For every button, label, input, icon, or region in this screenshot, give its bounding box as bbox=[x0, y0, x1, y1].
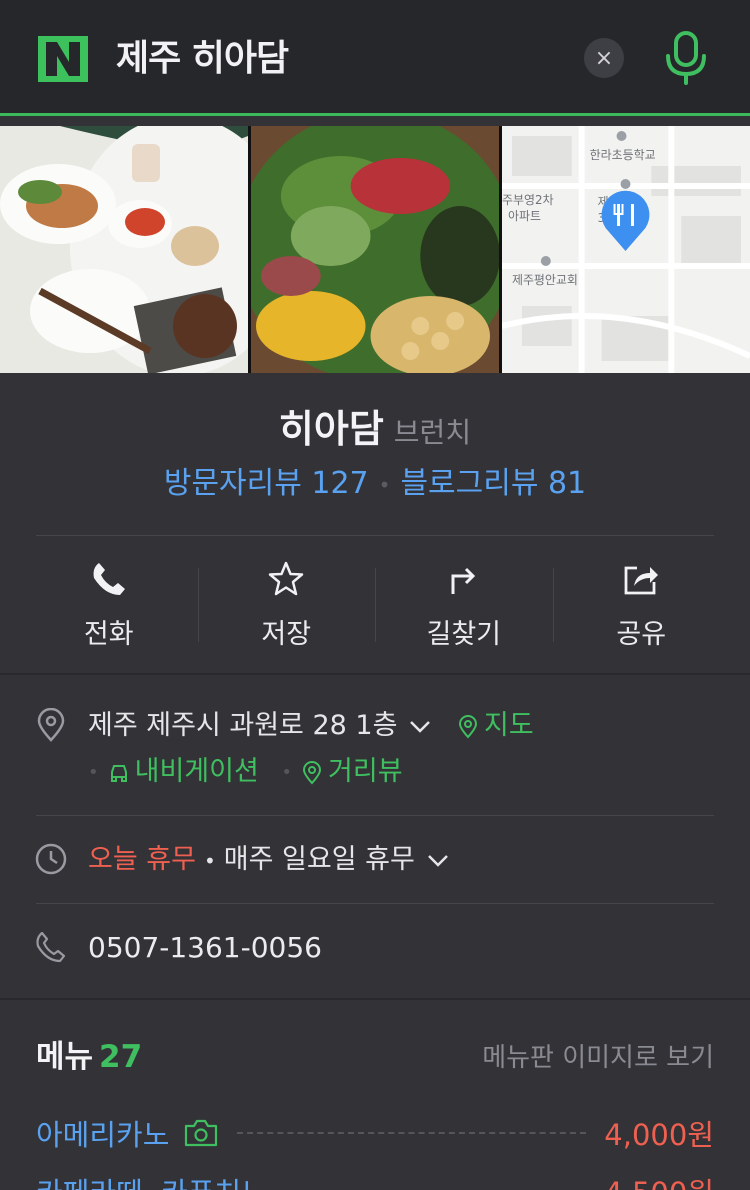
closed-today-status: 오늘 휴무 bbox=[88, 844, 196, 875]
close-icon: × bbox=[594, 45, 614, 71]
menu-title: 메뉴 bbox=[36, 1039, 94, 1075]
photo-strip: 한라초등학교 주부영2차 아파트 제 3 제주평안교회 bbox=[0, 126, 750, 373]
menu-count: 27 bbox=[99, 1039, 143, 1075]
directions-button[interactable]: 길찾기 bbox=[375, 556, 553, 652]
phone-outline-icon bbox=[36, 931, 66, 963]
address-text: 제주 제주시 과원로 28 1층 bbox=[88, 710, 398, 741]
hours-note: 매주 일요일 휴무 bbox=[223, 844, 415, 875]
map-link-label: 지도 bbox=[484, 710, 534, 741]
directions-label: 길찾기 bbox=[426, 619, 502, 650]
food-photo-salad[interactable] bbox=[251, 126, 499, 373]
street-view-label: 거리뷰 bbox=[328, 756, 403, 787]
menu-item-name: 카페라떼, 카푸치노 bbox=[36, 1170, 268, 1190]
place-name: 히아담 bbox=[278, 407, 384, 451]
menu-image-link[interactable]: 메뉴판 이미지로 보기 bbox=[482, 1036, 714, 1080]
clock-icon bbox=[35, 843, 67, 875]
map-label-church: 제주평안교회 bbox=[512, 273, 578, 287]
chevron-down-icon[interactable] bbox=[409, 720, 431, 734]
map-label-apartment-2: 아파트 bbox=[508, 209, 541, 223]
address-sub-links: • 내비게이션 • 거리뷰 bbox=[88, 750, 403, 795]
menu-item-price: 4,000원 bbox=[604, 1118, 714, 1152]
share-icon bbox=[624, 566, 659, 595]
navigation-link[interactable]: 내비게이션 bbox=[107, 756, 259, 787]
car-icon bbox=[110, 764, 127, 782]
menu-item[interactable]: 카페라떼, 카푸치노 4,500원 bbox=[36, 1168, 714, 1190]
address-row[interactable]: 제주 제주시 과원로 28 1층 지도 bbox=[88, 704, 534, 748]
search-header: 제주 히아담 × bbox=[0, 0, 750, 116]
map-label-apartment-1: 주부영2차 bbox=[502, 193, 554, 207]
food-photo-brunch[interactable] bbox=[0, 126, 248, 373]
location-pin-icon bbox=[37, 708, 65, 742]
separator-dot: • bbox=[378, 472, 391, 497]
action-bar: 전화 저장 길찾기 공유 bbox=[20, 556, 730, 652]
place-category: 브런치 bbox=[393, 416, 472, 449]
directions-icon bbox=[451, 567, 475, 594]
separator-dot: • bbox=[203, 848, 216, 873]
camera-icon bbox=[185, 1119, 218, 1147]
map-pin-icon bbox=[303, 760, 322, 785]
share-label: 공유 bbox=[616, 619, 667, 650]
visitor-reviews-link[interactable]: 방문자리뷰 127 bbox=[164, 466, 369, 501]
search-query[interactable]: 제주 히아담 bbox=[116, 36, 289, 82]
review-links: 방문자리뷰 127 • 블로그리뷰 81 bbox=[0, 462, 750, 507]
separator-dot: • bbox=[88, 761, 99, 783]
place-title-row: 히아담 브런치 bbox=[0, 402, 750, 464]
map-pin-icon bbox=[459, 714, 478, 739]
menu-item[interactable]: 아메리카노 4,000원 bbox=[36, 1110, 714, 1156]
chevron-down-icon[interactable] bbox=[427, 854, 449, 868]
clear-search-button[interactable]: × bbox=[584, 38, 624, 78]
menu-item-price: 4,500원 bbox=[604, 1170, 714, 1190]
blog-reviews-link[interactable]: 블로그리뷰 81 bbox=[400, 466, 586, 501]
hours-row[interactable]: 오늘 휴무 • 매주 일요일 휴무 bbox=[88, 838, 449, 883]
naver-logo-icon[interactable] bbox=[38, 36, 88, 82]
separator-dot: • bbox=[281, 761, 293, 783]
divider bbox=[36, 535, 714, 536]
share-button[interactable]: 공유 bbox=[552, 556, 731, 652]
map-thumbnail[interactable]: 한라초등학교 주부영2차 아파트 제 3 제주평안교회 bbox=[502, 126, 750, 373]
call-label: 전화 bbox=[83, 619, 134, 650]
street-view-link[interactable]: 거리뷰 bbox=[300, 756, 403, 787]
map-link[interactable]: 지도 bbox=[456, 710, 534, 741]
menu-item-name: 아메리카노 bbox=[36, 1118, 170, 1152]
microphone-icon[interactable] bbox=[662, 30, 710, 86]
divider bbox=[36, 815, 714, 816]
phone-number[interactable]: 0507-1361-0056 bbox=[88, 926, 322, 970]
menu-heading: 메뉴 27 bbox=[36, 1034, 142, 1080]
section-separator bbox=[0, 998, 750, 1000]
phone-icon bbox=[93, 563, 125, 595]
divider bbox=[36, 903, 714, 904]
call-button[interactable]: 전화 bbox=[20, 556, 198, 652]
star-icon bbox=[269, 561, 304, 596]
navigation-label: 내비게이션 bbox=[134, 756, 259, 787]
map-label-school: 한라초등학교 bbox=[590, 148, 656, 162]
save-label: 저장 bbox=[261, 619, 312, 650]
section-separator bbox=[0, 673, 750, 675]
dotted-leader bbox=[237, 1132, 587, 1134]
save-button[interactable]: 저장 bbox=[197, 556, 376, 652]
